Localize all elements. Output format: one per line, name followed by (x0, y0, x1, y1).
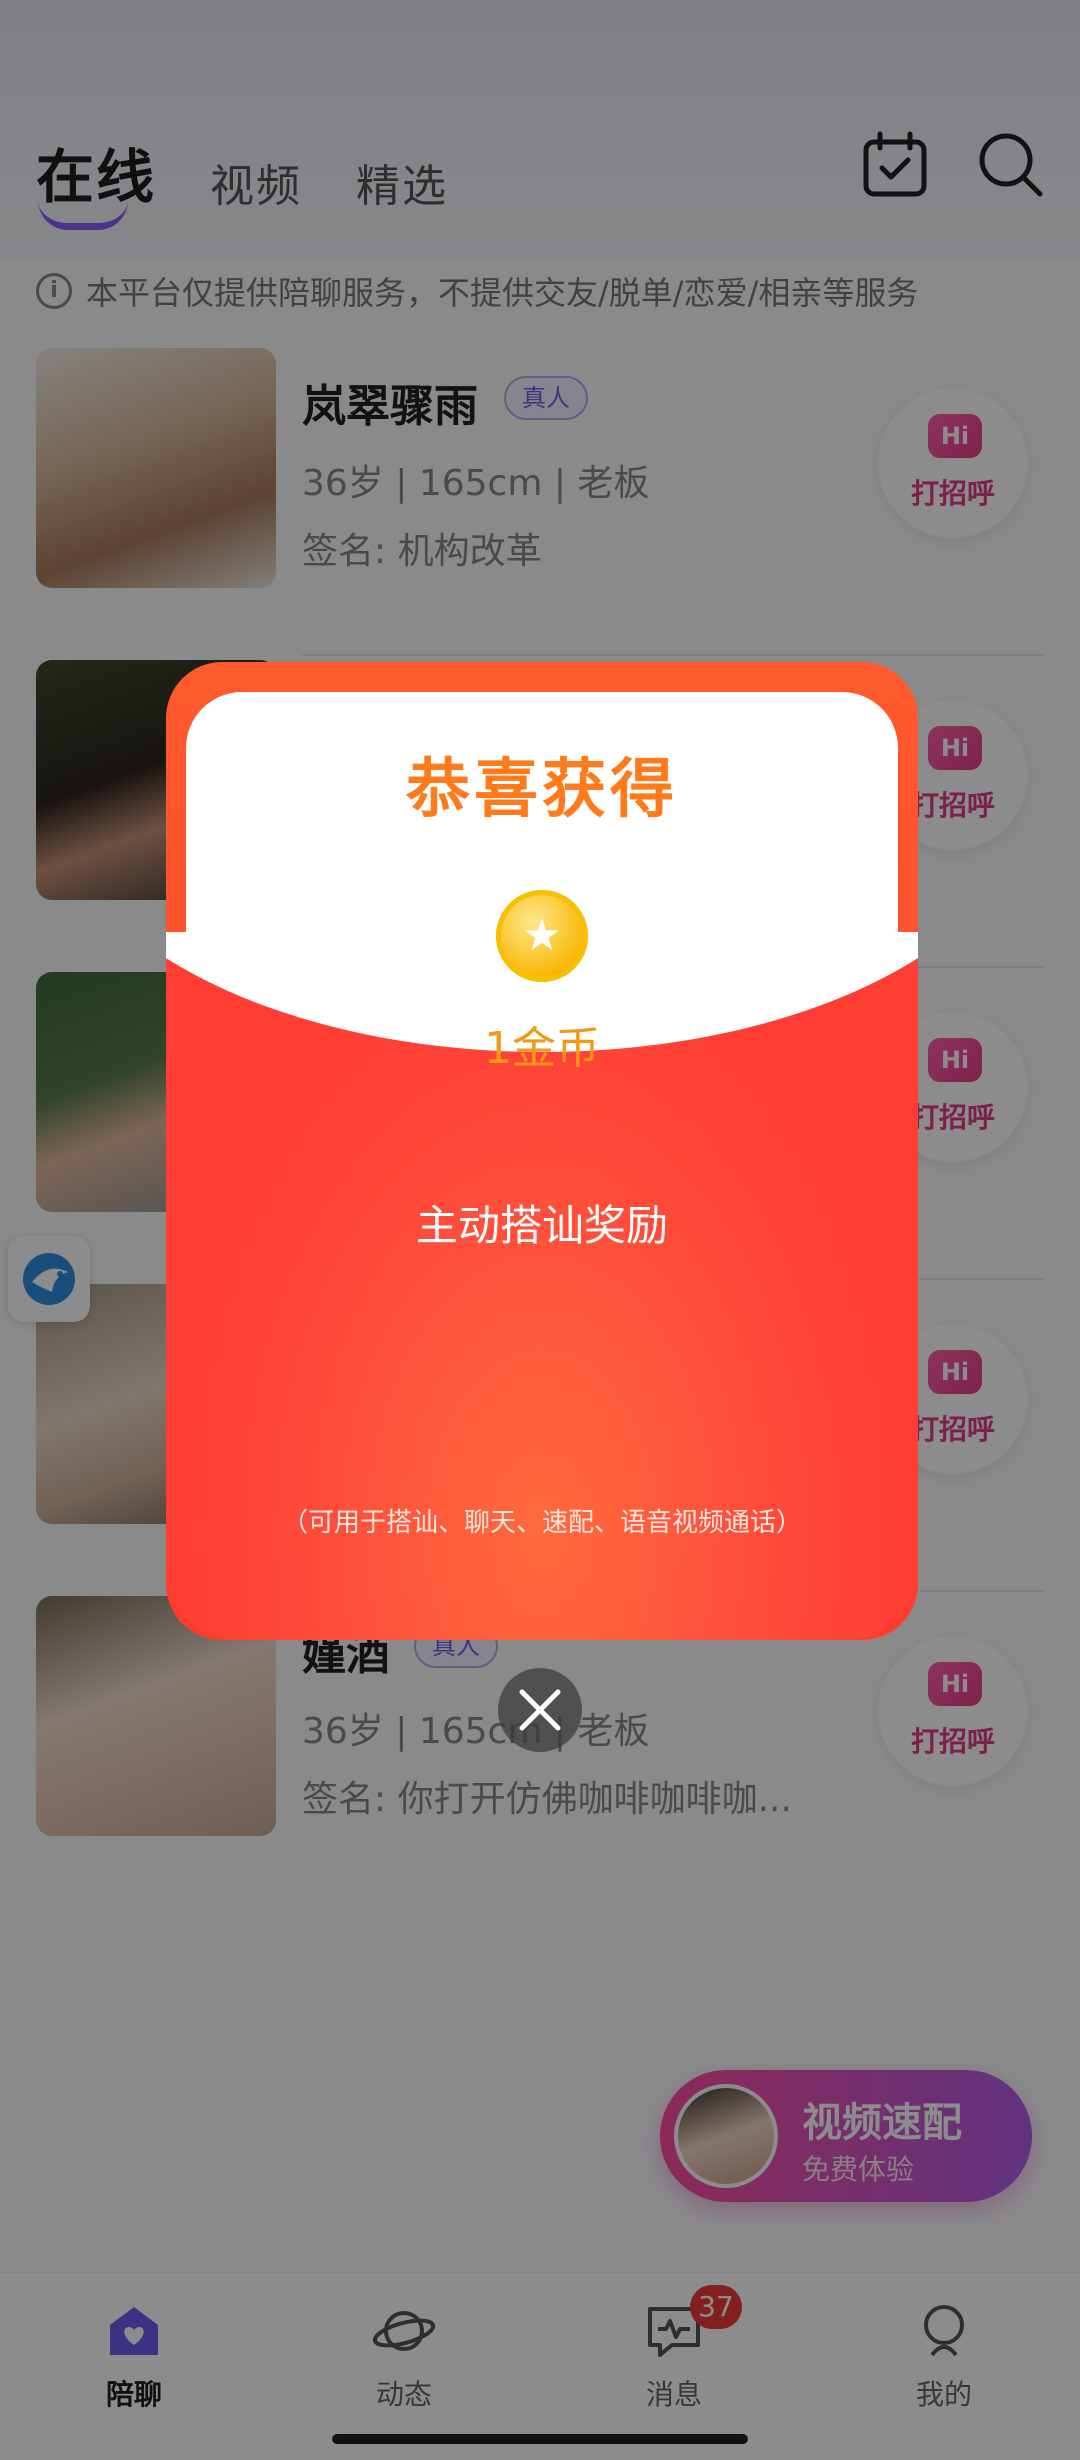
close-icon (519, 1689, 561, 1731)
close-modal-button[interactable] (498, 1668, 582, 1752)
modal-title: 恭喜获得 (406, 753, 678, 827)
coin-icon: ★ (496, 890, 588, 982)
reward-red-packet-modal: 恭喜获得 ★ 1金币 主动搭讪奖励 （可用于搭讪、聊天、速配、语音视频通话） (166, 662, 918, 1640)
reward-amount: 1金币 (484, 1023, 600, 1074)
star-icon: ★ (522, 910, 562, 961)
reward-description: 主动搭讪奖励 (415, 1201, 668, 1250)
reward-note: （可用于搭讪、聊天、速配、语音视频通话） (281, 1508, 802, 1538)
